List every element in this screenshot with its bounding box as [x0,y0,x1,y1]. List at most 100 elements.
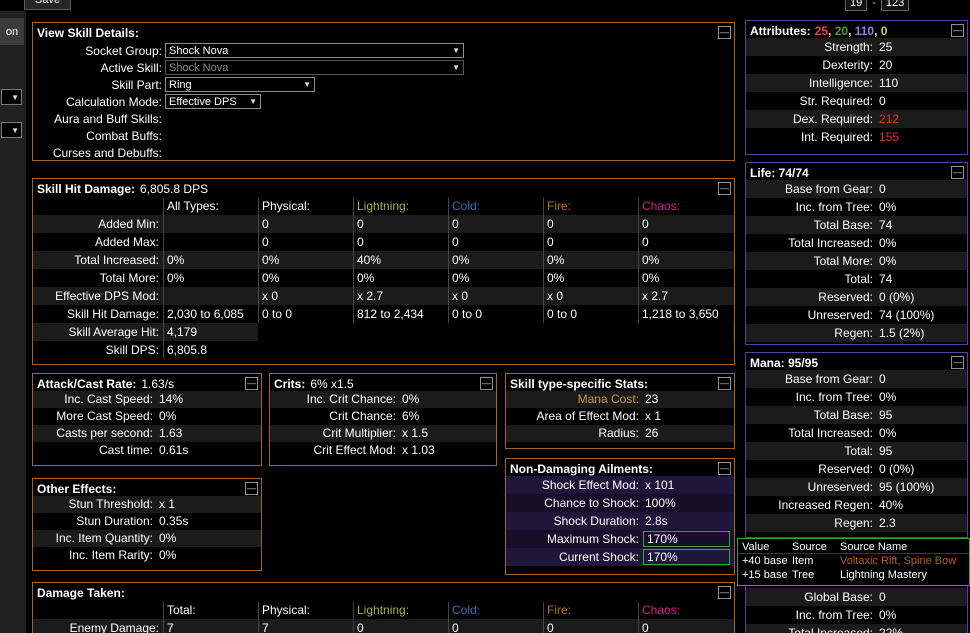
panel-header: Non-Damaging Ailments: — [506,459,734,476]
stat-row: Int. Required: 155 [746,128,967,146]
panel-title: View Skill Details: [37,25,139,40]
stat-label: Inc. Item Rarity: [68,548,153,562]
column-header: All Types: [163,198,258,215]
stat-label: Crit Chance: [329,409,396,423]
stat-row: Unreserved: 74 (100%) [746,306,967,324]
stat-label: Mana Cost: [577,392,639,406]
table-cell [353,341,448,359]
points-right-box[interactable]: 123 [880,0,910,11]
stat-value: 0% [159,548,177,562]
collapse-button[interactable]: — [718,462,731,475]
dropdown-value: Ring [169,78,192,91]
panel-header: Mana: 95/95 — [746,353,967,370]
panel-crits: Crits: 6% x1.5 — Inc. Crit Chance: 0% Crit… [269,373,497,466]
table-cell: 0% [543,269,638,287]
active-skill-row: Active Skill: Shock Nova ▼ [33,59,734,76]
left-dropdown-fragment-1[interactable]: ▼ [1,89,22,105]
stat-label: Str. Required: [799,94,873,108]
panel-title: Attributes: [750,23,811,38]
stat-row: Inc. from Tree: 0% [746,388,967,406]
stat-label: Base from Gear: [784,372,873,386]
stat-label: Strength: [824,40,873,54]
stat-row: Dexterity: 20 [746,56,967,74]
calculation-mode-dropdown[interactable]: Effective DPS ▼ [165,94,261,109]
table-row: Added Min: 0 0 0 0 0 [33,215,734,233]
table-cell: 0% [163,251,258,269]
stat-value: 0% [879,200,897,214]
aura-buff-skills-row: Aura and Buff Skills: [33,110,734,127]
stat-label: Global Base: [804,590,873,604]
stat-row: Total Increased: 0% [746,424,967,442]
title-value-part: , [874,23,881,38]
table-cell: x 2.7 [638,287,733,305]
stat-row: Total Base: 74 [746,216,967,234]
stat-label: Unreserved: [807,308,873,322]
stat-list: Mana Cost: 23 Area of Effect Mod: x 1 Radius… [506,391,734,442]
points-left-box[interactable]: 19 [845,0,868,11]
tooltip-header-source-name: Source Name [840,541,908,553]
collapse-button[interactable]: — [951,24,964,37]
stat-label: Area of Effect Mod: [536,409,640,423]
collapse-button[interactable]: — [718,377,731,390]
table-cell: 0 [353,619,448,633]
left-panel-button-fragment[interactable]: on [0,18,24,45]
table-cell: 0% [638,251,733,269]
tooltip-value: +40 base [742,555,788,567]
column-header: Chaos: [638,198,733,215]
table-cell [543,323,638,341]
tooltip-source: Item [792,555,814,567]
table-corner [33,602,163,619]
collapse-button[interactable]: — [718,182,731,195]
collapse-button[interactable]: — [245,482,258,495]
title-value-part: 0 [880,23,888,38]
collapse-button[interactable]: — [951,356,964,369]
skill-detail-rows: Socket Group: Shock Nova ▼ Active Skill:… [33,40,734,160]
stat-row: Chance to Shock: 100% [506,494,734,512]
table-row: Effective DPS Mod: x 0x 2.7 x 0x 0x 2.7 [33,287,734,305]
stat-list: Strength: 25 Dexterity: 20 Intelligence: 110 S… [746,38,967,146]
skill-part-dropdown[interactable]: Ring ▼ [165,77,315,92]
stat-label: Dex. Required: [792,112,873,126]
column-header: Total: [163,602,258,619]
table-cell [353,323,448,341]
table-row: Total More: 0% 0% 0% 0% 0% 0% [33,269,734,287]
table-cell: 4,179 [163,323,258,341]
stat-label: Unreserved: [807,480,873,494]
stat-row: Global Base: 0 [746,588,967,606]
table-cell: 0% [543,251,638,269]
panel-header: Damage Taken: — [33,583,734,600]
stat-row: Inc. from Tree: 0% [746,606,967,624]
save-button[interactable]: Save [24,0,72,10]
collapse-button[interactable]: — [718,586,731,599]
table-cell: 0 to 0 [258,305,353,323]
table-cell [258,341,353,359]
left-dropdown-fragment-2[interactable]: ▼ [1,122,22,138]
active-skill-dropdown[interactable]: Shock Nova ▼ [165,60,464,75]
collapse-button[interactable]: — [718,26,731,39]
damage-table: All Types: Physical: Lightning: Cold: Fire: C… [33,198,734,359]
stat-value: 100% [645,496,676,510]
stat-row: Maximum Shock: 170% [506,530,734,548]
stat-row: Crit Effect Mod: x 1.03 [270,442,496,459]
table-cell: 812 to 2,434 [353,305,448,323]
stat-value: 170% [643,531,730,547]
stat-value: 40% [879,498,904,512]
table-cell: x 0 [543,287,638,305]
collapse-button[interactable]: — [951,166,964,179]
stat-value: 170% [643,549,730,565]
dropdown-value: Shock Nova [169,44,229,57]
collapse-button[interactable]: — [245,377,258,390]
socket-group-dropdown[interactable]: Shock Nova ▼ [165,43,464,58]
chevron-down-icon: ▼ [452,63,460,72]
stat-row: Total More: 0% [746,252,967,270]
panel-title-value: 6,805.8 DPS [140,181,209,196]
stat-value: 0% [879,426,897,440]
stat-value: 22% [879,626,904,633]
panel-header: View Skill Details: — [33,23,734,40]
collapse-button[interactable]: — [480,377,493,390]
table-cell: 7 [163,619,258,633]
title-value-part: 110 [854,23,875,38]
stat-value: 6% [402,409,420,423]
chevron-down-icon: ▼ [11,92,19,102]
table-cell: 0% [353,269,448,287]
